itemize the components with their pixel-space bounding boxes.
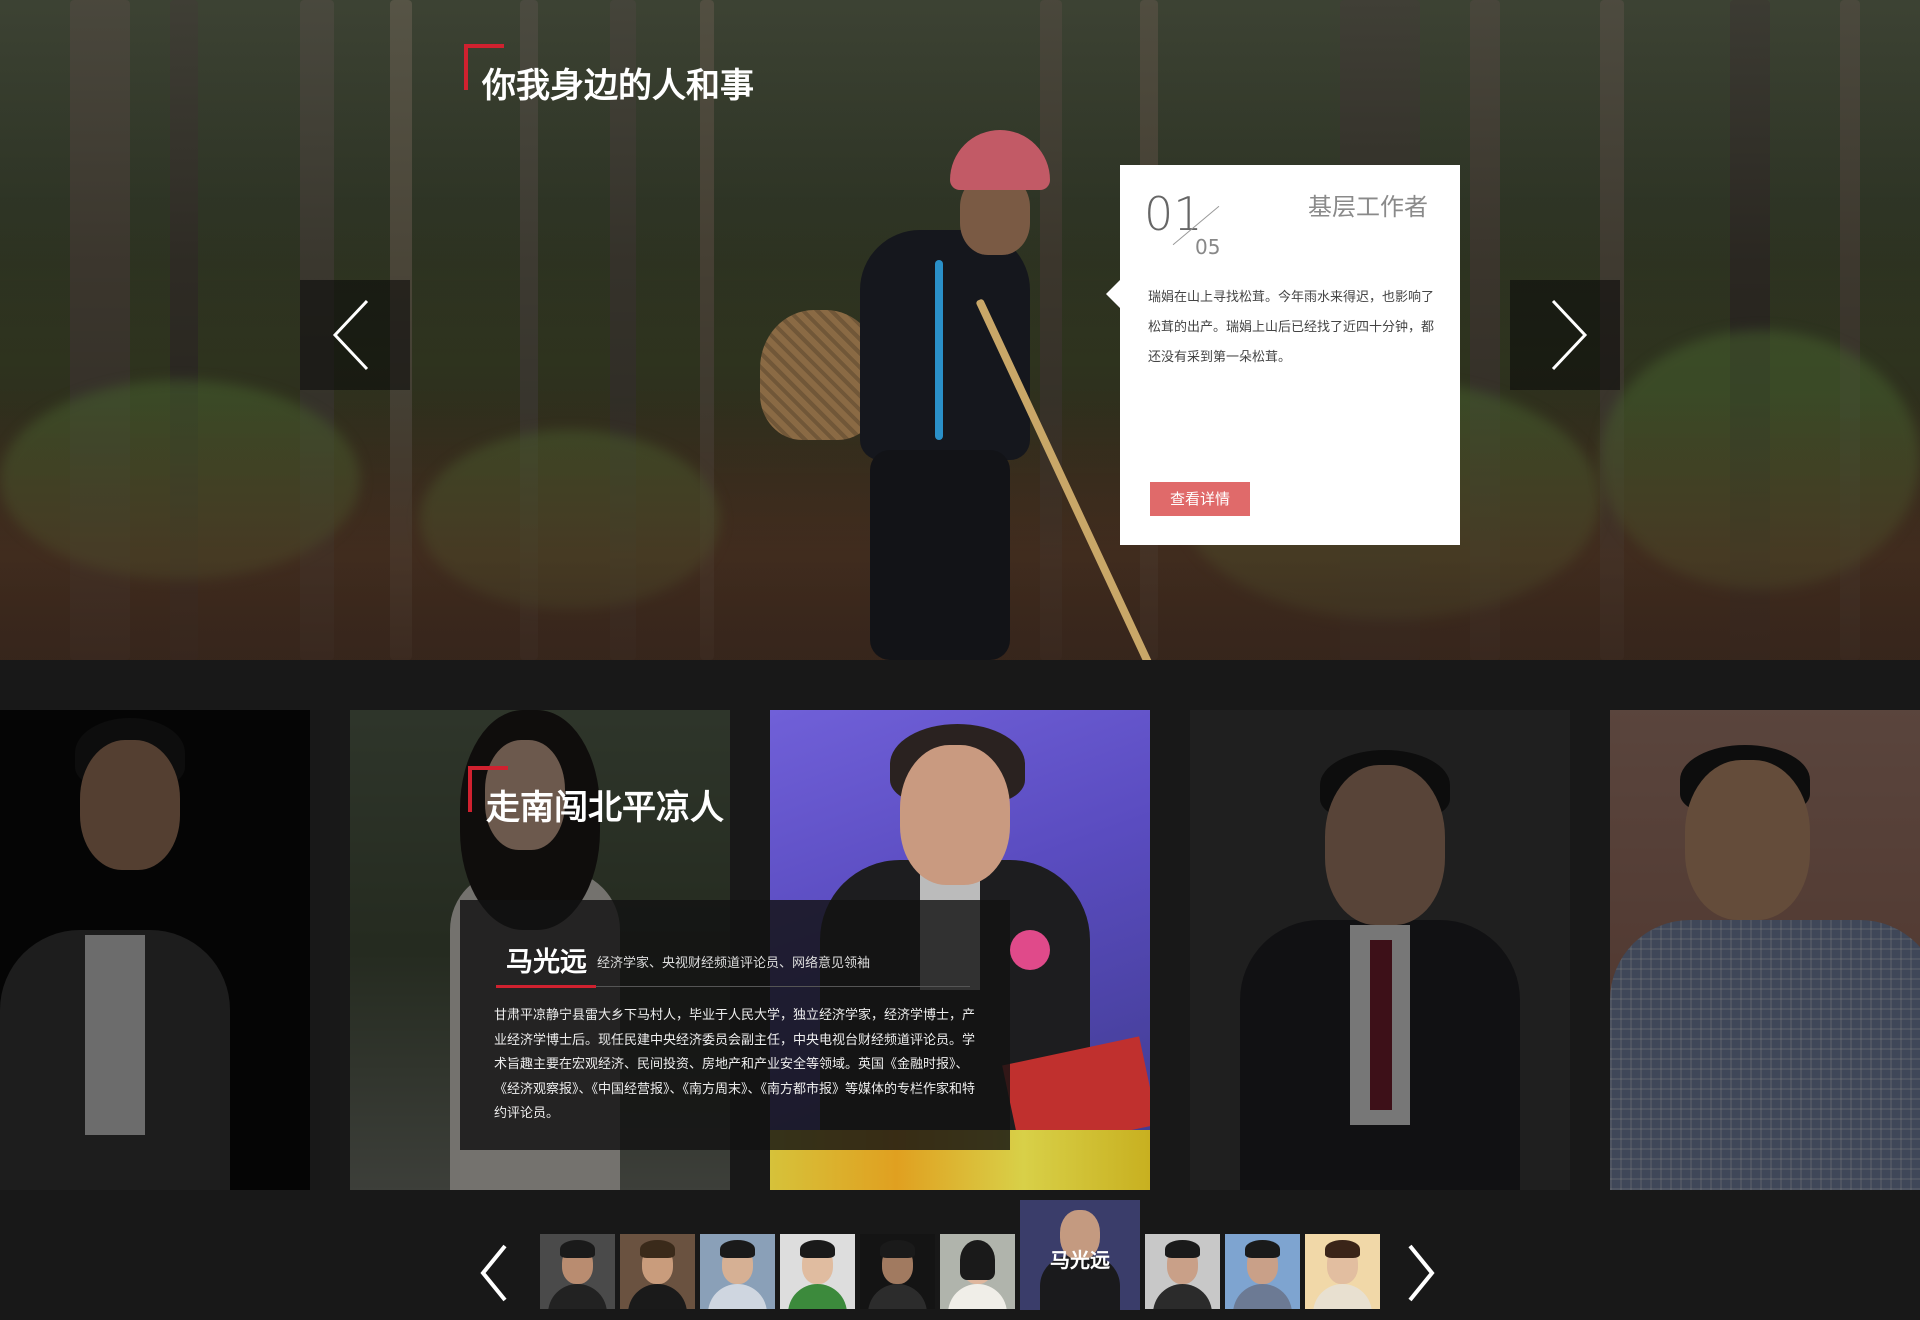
person-thumb[interactable] (1225, 1234, 1300, 1309)
hero-photo-subject (760, 120, 1161, 660)
chevron-left-icon (332, 299, 369, 371)
person-thumb-active[interactable]: 马光远 (1020, 1200, 1140, 1310)
story-info-card: 01 05 基层工作者 瑞娟在山上寻找松茸。今年雨水来得迟，也影响了松茸的出产。… (1106, 165, 1460, 545)
person-thumb[interactable] (1145, 1234, 1220, 1309)
slide-index: 01 (1144, 187, 1203, 241)
title-accent-mark (464, 44, 504, 90)
person-thumb[interactable] (1305, 1234, 1380, 1309)
view-details-button[interactable]: 查看详情 (1150, 482, 1250, 516)
person-thumb[interactable] (780, 1234, 855, 1309)
hero-section-title: 你我身边的人和事 (464, 44, 754, 107)
person-thumb[interactable] (700, 1234, 775, 1309)
person-card[interactable] (1610, 710, 1920, 1190)
thumbs-next-button[interactable] (1400, 1240, 1440, 1306)
person-thumb[interactable] (620, 1234, 695, 1309)
person-card[interactable] (0, 710, 310, 1190)
person-name: 马光远 (506, 947, 587, 978)
hero-prev-button[interactable] (300, 280, 410, 390)
person-thumb[interactable] (860, 1234, 935, 1309)
hero-banner: 你我身边的人和事 01 05 基层工作者 瑞娟在山上寻找松茸。今年雨水来得迟，也… (0, 0, 1920, 660)
person-bio-text: 甘肃平凉静宁县雷大乡下马村人，毕业于人民大学，独立经济学家，经济学博士，产业经济… (494, 1008, 976, 1121)
story-description: 瑞娟在山上寻找松茸。今年雨水来得迟，也影响了松茸的出产。瑞娟上山后已经找了近四十… (1148, 290, 1435, 365)
slide-total: 05 (1195, 235, 1221, 259)
hero-next-button[interactable] (1510, 280, 1620, 390)
people-section-title: 走南闯北平凉人 (468, 766, 724, 829)
active-thumb-label: 马光远 (1050, 1248, 1110, 1272)
story-category: 基层工作者 (1308, 193, 1428, 221)
person-title: 经济学家、央视财经频道评论员、网络意见领袖 (597, 956, 871, 971)
title-accent-mark (468, 766, 508, 812)
person-bio-panel: 马光远 经济学家、央视财经频道评论员、网络意见领袖 甘肃平凉静宁县雷大乡下马村人… (460, 900, 1010, 1150)
chevron-right-icon (1551, 299, 1588, 371)
person-card[interactable] (1190, 710, 1570, 1190)
thumbs-prev-button[interactable] (475, 1240, 515, 1306)
person-thumb[interactable] (540, 1234, 615, 1309)
person-thumb[interactable] (940, 1234, 1015, 1309)
